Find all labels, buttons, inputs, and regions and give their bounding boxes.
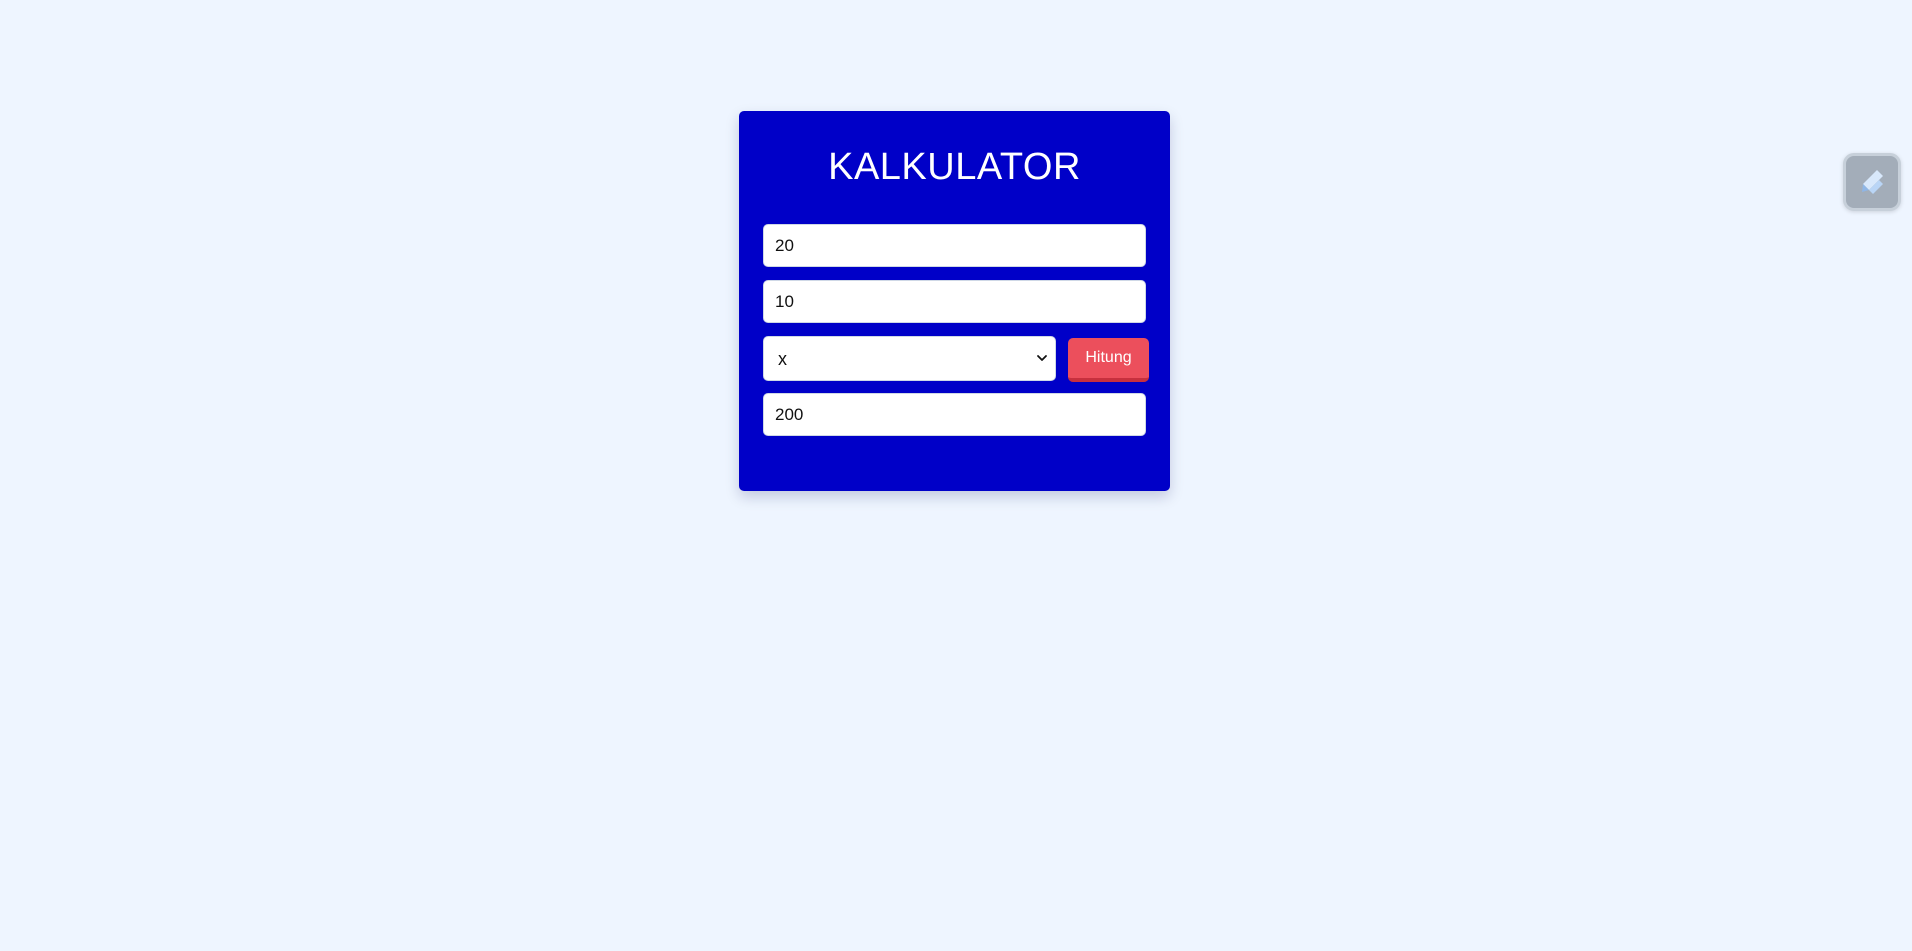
result-field[interactable] [763,393,1146,436]
calculator-title: KALKULATOR [828,146,1081,188]
first-number-input[interactable] [763,224,1146,267]
pen-icon [1862,170,1883,194]
floating-extension-button[interactable] [1843,153,1901,211]
operator-select-value: x [778,349,787,369]
second-number-input[interactable] [763,280,1146,323]
operator-select[interactable]: x [763,336,1056,381]
chevron-down-icon [1037,355,1047,361]
calculator-card: KALKULATOR x Hitung [739,111,1170,491]
calculate-button[interactable]: Hitung [1068,338,1149,382]
